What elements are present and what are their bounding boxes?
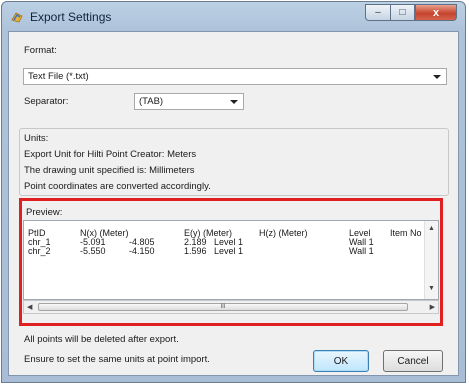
format-dropdown[interactable]: Text File (*.txt) xyxy=(23,68,447,85)
maximize-icon: □ xyxy=(399,7,406,18)
note-delete-points: All points will be deleted after export. xyxy=(24,334,179,345)
units-line: Export Unit for Hilti Point Creator: Met… xyxy=(24,149,197,160)
vertical-scrollbar[interactable]: ▲ ▼ xyxy=(424,221,438,299)
format-label: Format: xyxy=(24,45,57,56)
cell-n: -5.550 xyxy=(80,246,106,256)
scroll-thumb[interactable]: III xyxy=(38,303,408,311)
window-title: Export Settings xyxy=(30,10,112,24)
cell-e: 1.596 xyxy=(184,246,207,256)
preview-label: Preview: xyxy=(26,207,63,218)
minimize-icon: – xyxy=(375,7,381,18)
minimize-button[interactable]: – xyxy=(365,4,390,21)
units-line: Point coordinates are converted accordin… xyxy=(24,181,211,192)
separator-dropdown[interactable]: (TAB) xyxy=(134,93,244,110)
column-header: Item No xyxy=(390,228,422,238)
chevron-down-icon xyxy=(433,75,441,79)
cell-n: -4.150 xyxy=(129,246,155,256)
cell-ptid: chr_2 xyxy=(28,246,51,256)
units-line: The drawing unit specified is: Millimete… xyxy=(24,165,195,176)
horizontal-scrollbar[interactable]: ◀ III ▶ xyxy=(23,300,439,314)
ok-button[interactable]: OK xyxy=(313,350,369,372)
note-units: Ensure to set the same units at point im… xyxy=(24,354,210,365)
title-bar[interactable]: Export Settings – □ x xyxy=(2,2,465,32)
cell-level: Level 1 xyxy=(214,246,244,256)
separator-label: Separator: xyxy=(24,96,69,107)
scroll-left-icon[interactable]: ◀ xyxy=(27,303,32,311)
separator-value: (TAB) xyxy=(139,96,164,107)
scroll-up-icon[interactable]: ▲ xyxy=(428,225,435,232)
close-button[interactable]: x xyxy=(415,4,457,21)
app-icon xyxy=(11,12,23,23)
cancel-button[interactable]: Cancel xyxy=(383,350,443,372)
cell-wall: Wall 1 xyxy=(349,246,374,256)
preview-pane[interactable]: PtID N(x) (Meter) E(y) (Meter) H(z) (Met… xyxy=(23,220,439,300)
scroll-grip: III xyxy=(220,304,226,310)
dialog-client-area: Format: Text File (*.txt) Separator: (TA… xyxy=(8,31,459,376)
units-label: Units: xyxy=(24,133,49,144)
scroll-right-icon[interactable]: ▶ xyxy=(430,303,435,311)
format-value: Text File (*.txt) xyxy=(28,71,89,82)
maximize-button[interactable]: □ xyxy=(390,4,415,21)
close-icon: x xyxy=(432,6,440,19)
chevron-down-icon xyxy=(230,100,238,104)
scroll-down-icon[interactable]: ▼ xyxy=(428,285,435,292)
column-header: H(z) (Meter) xyxy=(259,228,308,238)
